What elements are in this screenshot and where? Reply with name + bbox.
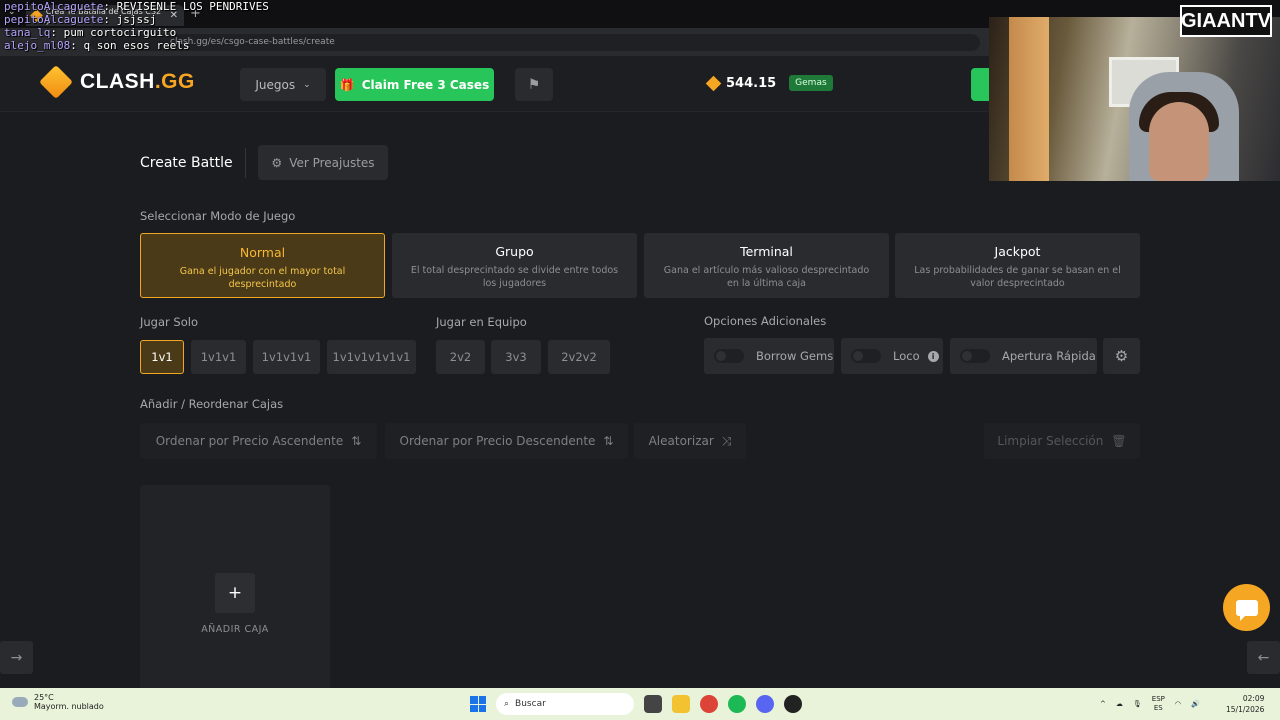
stream-chat-overlay: pepitoAlcaguete: REVISENLE LOS PENDRIVES…: [4, 0, 269, 52]
options-settings-button[interactable]: ⚙: [1103, 338, 1140, 374]
juegos-dropdown[interactable]: Juegos ⌄: [240, 68, 326, 101]
chat-message: alejo_ml08: q son esos reels: [4, 39, 190, 52]
mode-jackpot[interactable]: Jackpot Las probabilidades de ganar se b…: [895, 233, 1140, 298]
weather-widget[interactable]: 25°C Mayorm. nublado: [12, 693, 104, 711]
cloud-icon: [12, 697, 28, 707]
team-section-label: Jugar en Equipo: [436, 315, 527, 329]
shuffle-icon: ⤨: [721, 433, 732, 448]
arrow-left-icon[interactable]: ←: [1247, 641, 1280, 674]
loco-toggle[interactable]: Loco i: [841, 338, 943, 374]
gear-icon: ⚙: [1114, 347, 1129, 365]
chat-message: pepitoAlcaguete: REVISENLE LOS PENDRIVES: [4, 0, 269, 13]
chat-bubble-icon: [1235, 599, 1258, 621]
title-divider: [245, 148, 246, 178]
team-option-3v3[interactable]: 3v3: [491, 340, 541, 374]
chevron-down-icon: ⌄: [303, 79, 311, 90]
chat-support-button[interactable]: [1223, 584, 1270, 631]
boxes-section-label: Añadir / Reordenar Cajas: [140, 397, 284, 411]
balance-value: 544.15: [726, 75, 777, 91]
system-tray: ^ ☁ 🎙 ESP ES ◠ 🔊: [1100, 695, 1200, 713]
borrow-gems-toggle[interactable]: Borrow Gems: [704, 338, 834, 374]
gift-icon: 🎁: [339, 77, 355, 92]
taskbar-apps: ⌕ Buscar: [470, 693, 802, 715]
temperature: 25°C: [34, 693, 54, 702]
toggle-switch[interactable]: [960, 349, 990, 363]
plus-icon[interactable]: +: [215, 573, 255, 613]
toggle-switch[interactable]: [714, 349, 744, 363]
solo-option-1v1[interactable]: 1v1: [140, 340, 184, 374]
team-option-2v2[interactable]: 2v2: [436, 340, 485, 374]
team-option-2v2v2[interactable]: 2v2v2: [548, 340, 610, 374]
search-icon: ⌕: [504, 699, 510, 709]
trash-icon: 🗑: [1111, 434, 1127, 448]
sort-ascending-icon: ⇅: [351, 434, 362, 448]
fast-open-toggle[interactable]: Apertura Rápida: [950, 338, 1097, 374]
randomize-button[interactable]: Aleatorizar ⤨: [634, 423, 746, 459]
system-clock[interactable]: 02:09 15/1/2026: [1226, 693, 1264, 715]
arrow-right-icon[interactable]: →: [0, 641, 33, 674]
weather-text: Mayorm. nublado: [34, 702, 104, 711]
obs-icon[interactable]: [784, 695, 802, 713]
mode-grupo[interactable]: Grupo El total desprecintado se divide e…: [392, 233, 637, 298]
chrome-icon[interactable]: [700, 695, 718, 713]
spotify-icon[interactable]: [728, 695, 746, 713]
file-explorer-icon[interactable]: [672, 695, 690, 713]
network-icon[interactable]: ☁: [1116, 700, 1123, 708]
add-box-card[interactable]: + AÑADIR CAJA: [140, 485, 330, 695]
add-box-label: AÑADIR CAJA: [201, 624, 269, 635]
checkered-flag-icon: ⚑: [527, 76, 541, 93]
gemas-tag[interactable]: Gemas: [789, 75, 833, 91]
taskbar-search[interactable]: ⌕ Buscar: [496, 693, 634, 715]
streamer-webcam: [989, 17, 1280, 181]
solo-option-1v1v1v1[interactable]: 1v1v1v1: [253, 340, 320, 374]
juegos-label: Juegos: [255, 77, 296, 92]
create-battle-page: Create Battle ⚙ Ver Preajustes Seleccion…: [0, 112, 1280, 695]
info-icon[interactable]: i: [927, 350, 939, 362]
mic-icon[interactable]: 🎙: [1133, 700, 1142, 708]
volume-icon[interactable]: 🔊: [1191, 700, 1200, 708]
claim-label: Claim Free 3 Cases: [361, 77, 490, 92]
clash-logo[interactable]: CLASH.GG: [39, 65, 195, 99]
clear-selection-button[interactable]: Limpiar Selección 🗑: [984, 423, 1140, 459]
task-view-icon[interactable]: [644, 695, 662, 713]
discord-icon[interactable]: [756, 695, 774, 713]
windows-start-icon[interactable]: [470, 696, 486, 712]
presets-label: Ver Preajustes: [289, 155, 375, 170]
chevron-up-icon[interactable]: ^: [1100, 700, 1106, 708]
windows-taskbar: 25°C Mayorm. nublado ⌕ Buscar ^ ☁ 🎙 ESP E…: [0, 688, 1280, 720]
view-presets-button[interactable]: ⚙ Ver Preajustes: [258, 145, 388, 180]
balance-display: 544.15 Gemas: [705, 75, 833, 91]
sort-ascending-button[interactable]: Ordenar por Precio Ascendente ⇅: [140, 423, 377, 459]
claim-free-cases-button[interactable]: 🎁 Claim Free 3 Cases: [335, 68, 494, 101]
mode-terminal[interactable]: Terminal Gana el artículo más valioso de…: [644, 233, 889, 298]
race-flag-button[interactable]: ⚑: [515, 68, 553, 101]
gear-icon: ⚙: [271, 155, 283, 170]
logo-diamond-icon: [39, 65, 73, 99]
extra-section-label: Opciones Adicionales: [704, 314, 827, 328]
mode-section-label: Seleccionar Modo de Juego: [140, 209, 296, 223]
language-indicator[interactable]: ESP ES: [1152, 695, 1165, 713]
wifi-icon[interactable]: ◠: [1175, 700, 1181, 708]
mode-normal[interactable]: Normal Gana el jugador con el mayor tota…: [140, 233, 385, 298]
page-title: Create Battle: [140, 155, 233, 171]
solo-option-1v1v1v1v1v1[interactable]: 1v1v1v1v1v1: [327, 340, 416, 374]
chat-message: tana_lq: pum cortocirguito: [4, 26, 177, 39]
chat-message: pepitoAlcaguete: jsjssj: [4, 13, 157, 26]
gem-coin-icon: [705, 75, 722, 91]
stream-badge: GIAANTV: [1180, 5, 1272, 37]
sort-descending-icon: ⇅: [603, 434, 614, 448]
solo-section-label: Jugar Solo: [140, 315, 198, 329]
sort-descending-button[interactable]: Ordenar por Precio Descendente ⇅: [385, 423, 628, 459]
toggle-switch[interactable]: [851, 349, 881, 363]
solo-option-1v1v1[interactable]: 1v1v1: [191, 340, 246, 374]
